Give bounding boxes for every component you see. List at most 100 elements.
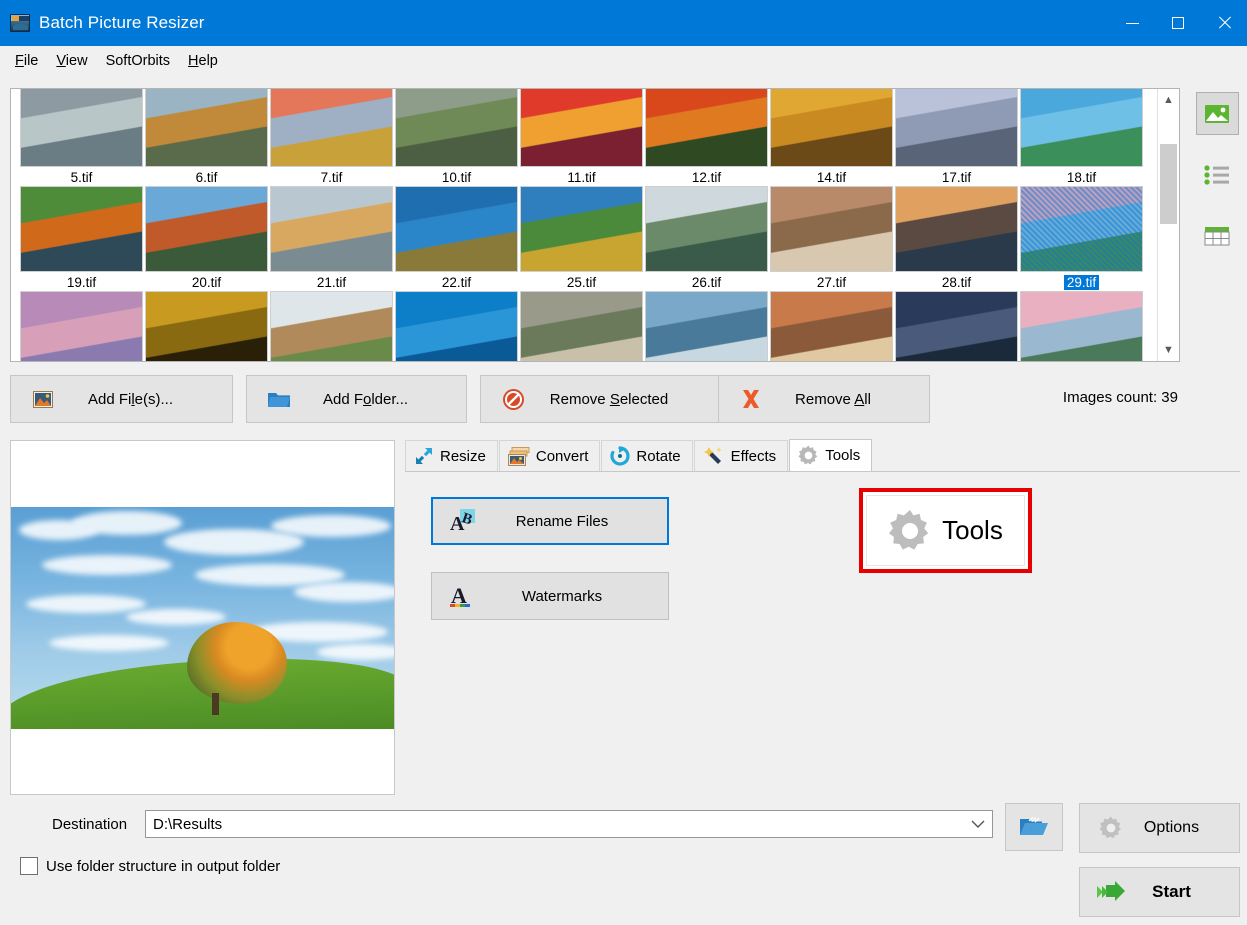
list-item[interactable]: 18.tif: [1019, 89, 1144, 186]
rename-files-button[interactable]: A B Rename Files: [431, 497, 669, 545]
thumbnail-image[interactable]: [895, 186, 1018, 272]
preview-tree-canopy: [187, 621, 288, 704]
tab-convert[interactable]: Convert: [498, 440, 601, 471]
start-button[interactable]: Start: [1079, 867, 1240, 917]
thumbnail-image[interactable]: [645, 186, 768, 272]
options-button[interactable]: Options: [1079, 803, 1240, 853]
scrollbar-track[interactable]: [1158, 111, 1179, 339]
thumbnail-image[interactable]: [645, 291, 768, 361]
list-item[interactable]: 25.tif: [519, 186, 644, 291]
list-item[interactable]: 19.tif: [19, 186, 144, 291]
open-folder-icon: [1020, 816, 1048, 835]
thumbnail-image[interactable]: [395, 291, 518, 361]
thumbnail-image[interactable]: [20, 186, 143, 272]
image-list[interactable]: 5.tif 6.tif 7.tif 10.tif 11.tif 12.tif 14.tif 1…: [10, 88, 1180, 362]
add-files-button[interactable]: Add File(s)...: [10, 375, 233, 423]
add-folder-button[interactable]: Add Folder...: [246, 375, 467, 423]
thumbnail-grid[interactable]: 5.tif 6.tif 7.tif 10.tif 11.tif 12.tif 14.tif 1…: [11, 89, 1157, 361]
list-item[interactable]: 22.tif: [394, 186, 519, 291]
close-button[interactable]: [1201, 0, 1247, 46]
thumbnail-image[interactable]: [520, 291, 643, 361]
destination-combo[interactable]: D:\Results: [145, 810, 993, 838]
list-item[interactable]: 5.tif: [19, 89, 144, 186]
thumbnail-image[interactable]: [270, 291, 393, 361]
rotate-icon: [610, 446, 630, 466]
list-item[interactable]: 12.tif: [644, 89, 769, 186]
tab-effects[interactable]: Effects: [693, 440, 789, 471]
list-item[interactable]: 21.tif: [269, 186, 394, 291]
thumbnail-image[interactable]: [395, 89, 518, 167]
browse-folder-button[interactable]: [1005, 803, 1063, 851]
thumbnail-image[interactable]: [770, 186, 893, 272]
preview-image: [11, 506, 394, 729]
list-item[interactable]: 38.tif: [644, 291, 769, 361]
thumbnail-image[interactable]: [395, 186, 518, 272]
scrollbar-thumb[interactable]: [1160, 144, 1177, 224]
list-item[interactable]: 39.tif: [769, 291, 894, 361]
list-item[interactable]: autumn lake.tif: [1019, 291, 1144, 361]
list-item[interactable]: 20.tif: [144, 186, 269, 291]
thumbnail-label: 14.tif: [816, 170, 847, 185]
list-item[interactable]: 11.tif: [519, 89, 644, 186]
maximize-button[interactable]: [1155, 0, 1201, 46]
thumbnail-image[interactable]: [1020, 89, 1143, 167]
menu-item-help[interactable]: Help: [179, 50, 227, 72]
list-item[interactable]: 37.tif: [519, 291, 644, 361]
list-item[interactable]: 26.tif: [644, 186, 769, 291]
details-view-button[interactable]: [1196, 214, 1239, 257]
menu-item-view[interactable]: View: [47, 50, 96, 72]
thumbnail-image[interactable]: [770, 291, 893, 361]
thumbnail-image[interactable]: [20, 89, 143, 167]
destination-value[interactable]: D:\Results: [146, 816, 964, 833]
list-item[interactable]: 10.tif: [394, 89, 519, 186]
list-item[interactable]: 33.tif: [269, 291, 394, 361]
list-item[interactable]: 28.tif: [894, 186, 1019, 291]
use-folder-structure-row[interactable]: Use folder structure in output folder: [20, 857, 280, 875]
list-view-button[interactable]: [1196, 153, 1239, 196]
list-item[interactable]: 32.tif: [144, 291, 269, 361]
list-item[interactable]: 30.tif: [19, 291, 144, 361]
list-scrollbar[interactable]: ▲ ▼: [1157, 89, 1179, 361]
images-count-label: Images count: 39: [1062, 389, 1178, 406]
list-item[interactable]: 40.tif: [894, 291, 1019, 361]
thumbnail-image[interactable]: [145, 89, 268, 167]
minimize-button[interactable]: [1109, 0, 1155, 46]
thumbnail-image[interactable]: [1020, 186, 1143, 272]
menu-item-softorbits[interactable]: SoftOrbits: [97, 50, 179, 72]
watermarks-button[interactable]: A Watermarks: [431, 572, 669, 620]
scroll-up-icon[interactable]: ▲: [1158, 89, 1179, 111]
remove-all-button[interactable]: Remove All: [718, 375, 930, 423]
list-item[interactable]: 35.tif: [394, 291, 519, 361]
list-item[interactable]: 29.tif: [1019, 186, 1144, 291]
thumbnail-image[interactable]: [520, 89, 643, 167]
thumbnail-image[interactable]: [895, 89, 1018, 167]
tab-tools[interactable]: Tools: [789, 439, 873, 471]
list-item[interactable]: 17.tif: [894, 89, 1019, 186]
thumbnail-image[interactable]: [770, 89, 893, 167]
tab-resize[interactable]: Resize: [405, 440, 498, 471]
scroll-down-icon[interactable]: ▼: [1158, 339, 1179, 361]
tab-rotate[interactable]: Rotate: [601, 440, 693, 471]
list-item[interactable]: 6.tif: [144, 89, 269, 186]
red-x-icon: [731, 388, 771, 410]
list-item[interactable]: 14.tif: [769, 89, 894, 186]
thumbnail-image[interactable]: [645, 89, 768, 167]
use-folder-structure-checkbox[interactable]: [20, 857, 38, 875]
thumbnail-image[interactable]: [145, 186, 268, 272]
list-item[interactable]: 27.tif: [769, 186, 894, 291]
thumbnail-image[interactable]: [270, 89, 393, 167]
gear-icon: [889, 509, 929, 550]
thumbnail-image[interactable]: [270, 186, 393, 272]
thumbnails-view-button[interactable]: [1195, 92, 1239, 135]
chevron-down-icon[interactable]: [964, 820, 992, 829]
remove-selected-button[interactable]: Remove Selected: [480, 375, 720, 423]
picture-icon: [1205, 104, 1229, 123]
thumbnail-label: 27.tif: [816, 275, 847, 290]
thumbnail-image[interactable]: [20, 291, 143, 361]
list-item[interactable]: 7.tif: [269, 89, 394, 186]
thumbnail-image[interactable]: [520, 186, 643, 272]
menu-item-file[interactable]: File: [6, 50, 47, 72]
thumbnail-image[interactable]: [1020, 291, 1143, 361]
thumbnail-image[interactable]: [895, 291, 1018, 361]
thumbnail-image[interactable]: [145, 291, 268, 361]
